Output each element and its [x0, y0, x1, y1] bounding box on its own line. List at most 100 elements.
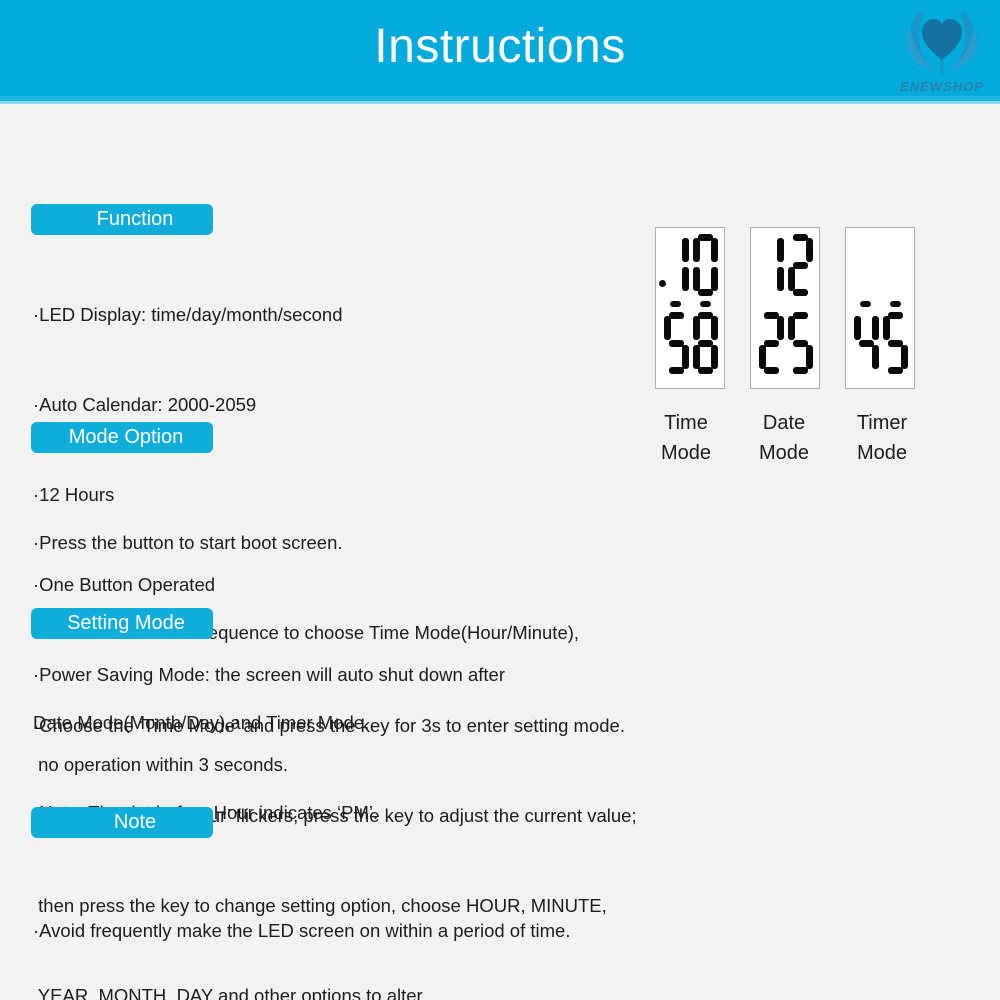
led-segment-f [759, 316, 766, 340]
led-segment-b [682, 238, 689, 262]
led-segment-e [883, 345, 890, 369]
led-digit [788, 234, 813, 296]
led-segment-c [711, 267, 718, 291]
led-label-line1: Timer [856, 412, 908, 434]
section-label-note: Note [31, 807, 213, 838]
led-panel-time-mode [655, 227, 725, 389]
led-segment-f [788, 238, 795, 262]
led-segment-b [777, 238, 784, 262]
led-segment-g [764, 340, 779, 347]
led-segment-f [854, 316, 861, 340]
led-segment-e [788, 267, 795, 291]
led-segment-c [806, 345, 813, 369]
led-segment-d [888, 367, 903, 374]
led-segment-b [806, 238, 813, 262]
led-segment-g [859, 340, 874, 347]
led-digit [759, 234, 784, 296]
led-label-line2: Mode [660, 442, 712, 464]
led-segment-d [698, 367, 713, 374]
led-digit [664, 312, 689, 374]
led-segment-g [669, 262, 684, 269]
led-row-top [656, 232, 726, 300]
body-line: ·Press the button to start boot screen. [33, 532, 343, 553]
led-digit [854, 312, 879, 374]
led-label-time-mode: Time Mode [631, 408, 741, 468]
led-segment-c [682, 345, 689, 369]
led-segment-f [664, 316, 671, 340]
led-segment-g [793, 340, 808, 347]
led-segment-b [682, 316, 689, 340]
led-segment-e [759, 345, 766, 369]
led-segment-b [806, 316, 813, 340]
led-row-bottom [656, 301, 726, 378]
body-line: ·LED Display: time/day/month/second [33, 304, 343, 325]
led-label-line1: Date [762, 412, 806, 434]
section-label-function: Function [31, 204, 213, 235]
section-label-setting-mode: Setting Mode [31, 608, 213, 639]
led-label-date-mode: Date Mode [729, 408, 839, 468]
led-segment-e [759, 267, 766, 291]
colon-dot-right [890, 301, 901, 307]
led-segment-g [764, 262, 779, 269]
led-digit [664, 234, 689, 296]
led-segment-f [883, 316, 890, 340]
led-segment-g [793, 262, 808, 269]
brand-logo: ENEWSHOP [890, 2, 994, 100]
led-segment-c [806, 267, 813, 291]
led-digit [759, 312, 784, 374]
led-segment-f [693, 316, 700, 340]
led-segment-c [777, 267, 784, 291]
led-segment-b [901, 316, 908, 340]
led-segment-f [664, 238, 671, 262]
led-segment-c [682, 267, 689, 291]
colon-dot-left [860, 301, 871, 307]
colon-dot-left [670, 301, 681, 307]
led-segment-e [664, 345, 671, 369]
led-digit [693, 312, 718, 374]
brand-name: ENEWSHOP [900, 79, 984, 94]
led-label-line2: Mode [758, 442, 810, 464]
led-row-bottom [751, 310, 821, 378]
led-segment-e [854, 345, 861, 369]
section-label-mode-option: Mode Option [31, 422, 213, 453]
led-segment-f [788, 316, 795, 340]
led-digit [693, 234, 718, 296]
led-segment-b [777, 316, 784, 340]
led-segment-c [901, 345, 908, 369]
led-segment-b [872, 316, 879, 340]
led-label-line1: Time [664, 412, 708, 434]
led-segment-f [759, 238, 766, 262]
led-row-top [751, 232, 821, 300]
page-title: Instructions [374, 20, 626, 73]
header-divider-light [0, 101, 1000, 104]
led-segment-e [664, 267, 671, 291]
led-segment-d [793, 367, 808, 374]
led-panel-date-mode [750, 227, 820, 389]
led-colon-dots [656, 301, 726, 309]
led-digit [788, 312, 813, 374]
heart-in-hands-logo-icon [906, 12, 978, 74]
section-body-note: ·Avoid frequently make the LED screen on… [33, 856, 570, 1000]
led-label-line2: Mode [856, 442, 908, 464]
led-segment-f [693, 238, 700, 262]
body-line: ·Auto Calendar: 2000-2059 [33, 394, 257, 415]
led-segment-d [859, 367, 874, 374]
led-row-bottom [846, 301, 916, 378]
led-segment-g [698, 262, 713, 269]
led-segment-c [711, 345, 718, 369]
led-segment-b [711, 316, 718, 340]
led-panel-timer-mode [845, 227, 915, 389]
led-segment-g [698, 340, 713, 347]
led-colon-dots [846, 301, 916, 309]
led-segment-d [764, 367, 779, 374]
led-display-group [655, 227, 930, 389]
led-segment-d [698, 289, 713, 296]
led-segment-e [788, 345, 795, 369]
led-segment-e [693, 267, 700, 291]
led-segment-d [669, 289, 684, 296]
led-segment-d [793, 289, 808, 296]
led-segment-e [693, 345, 700, 369]
led-digit [883, 312, 908, 374]
colon-dot-right [700, 301, 711, 307]
body-line: ·Choose the ‘Time Mode’ and press the ke… [33, 715, 625, 736]
